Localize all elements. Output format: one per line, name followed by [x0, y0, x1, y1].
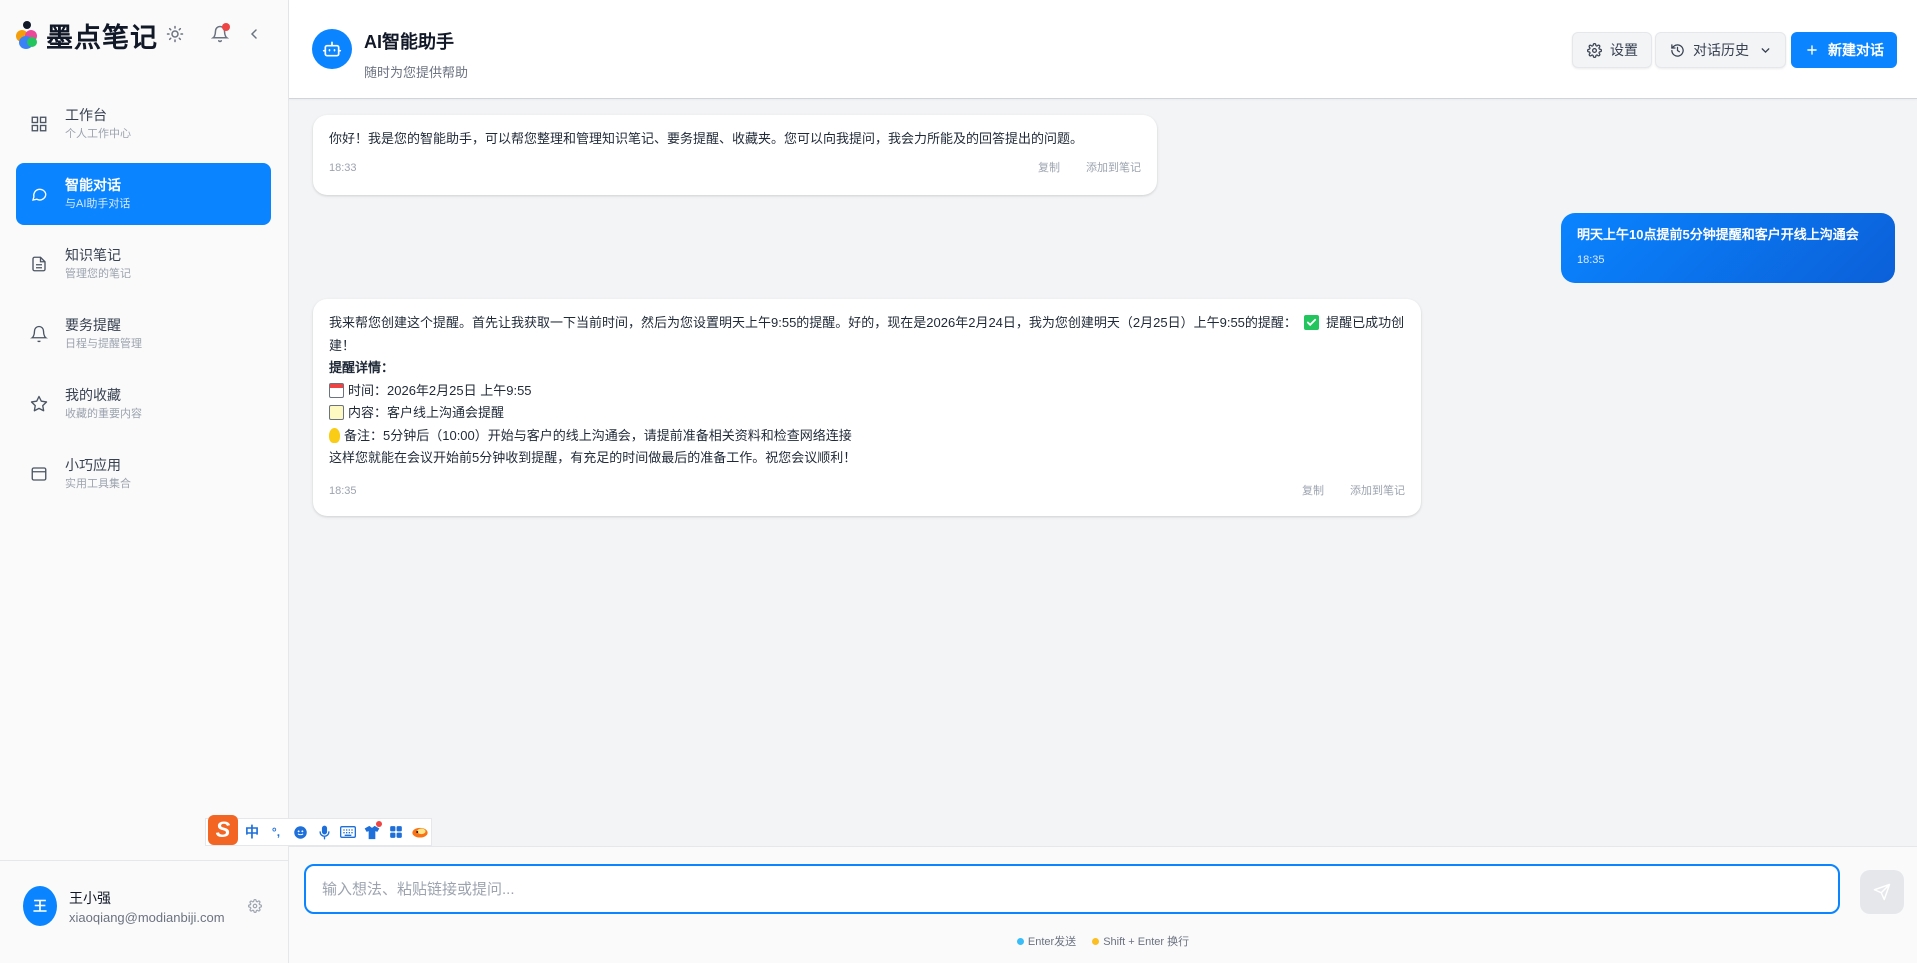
gear-icon: [248, 899, 262, 913]
history-icon: [1669, 42, 1685, 58]
sidebar-item-label: 工作台: [65, 107, 107, 123]
sidebar-item-sub: 日程与提醒管理: [65, 338, 142, 350]
check-mark-icon: [1303, 315, 1319, 330]
ime-mascot-icon[interactable]: [410, 822, 430, 842]
toolbox-grid-icon[interactable]: [386, 822, 406, 842]
logo-icon: [14, 21, 40, 49]
bell-icon: [28, 323, 50, 345]
sidebar-item-sub: 个人工作中心: [65, 128, 131, 140]
add-to-note-button[interactable]: 添加到笔记: [1086, 157, 1141, 180]
hint-send: Enter发送: [1027, 936, 1077, 948]
chat-input[interactable]: [304, 864, 1840, 914]
keyboard-icon[interactable]: [338, 822, 358, 842]
sidebar-item-sub: 与AI助手对话: [65, 198, 131, 210]
message-text: 你好！我是您的智能助手，可以帮您整理和管理知识笔记、要务提醒、收藏夹。您可以向我…: [329, 131, 1084, 146]
brand-name: 墨点笔记: [46, 22, 158, 54]
theme-toggle-button[interactable]: [163, 22, 187, 46]
notification-badge: [376, 821, 382, 827]
sidebar-item-reminders[interactable]: 要务提醒 日程与提醒管理: [16, 303, 271, 365]
user-profile[interactable]: 王 王小强 xiaoqiang@modianbiji.com: [0, 860, 289, 963]
sidebar-item-sub: 收藏的重要内容: [65, 408, 142, 420]
sidebar-nav: 工作台 个人工作中心 智能对话 与AI助手对话 知识笔记 管理您的笔记 要务提醒…: [16, 93, 271, 513]
detail-content: 内容：客户线上沟通会提醒: [348, 405, 505, 420]
sidebar-item-sub: 管理您的笔记: [65, 268, 131, 280]
copy-button[interactable]: 复制: [1038, 157, 1060, 180]
user-message: 明天上午10点提前5分钟提醒和客户开线上沟通会 18:35: [1561, 213, 1895, 283]
add-to-note-button[interactable]: 添加到笔记: [1350, 480, 1405, 503]
hint-dot: [1016, 937, 1024, 945]
ime-toolbar[interactable]: S 中 °,: [205, 815, 432, 846]
robot-icon: [322, 41, 342, 57]
notification-badge: [222, 23, 230, 31]
sidebar-item-label: 小巧应用: [65, 457, 121, 473]
composer: Enter发送 Shift + Enter 换行: [289, 846, 1917, 963]
ime-language-toggle[interactable]: 中: [242, 822, 262, 842]
sidebar-item-favorites[interactable]: 我的收藏 收藏的重要内容: [16, 373, 271, 435]
sidebar-item-apps[interactable]: 小巧应用 实用工具集合: [16, 443, 271, 505]
skin-shirt-icon[interactable]: [362, 821, 382, 842]
sogou-ime-logo[interactable]: S: [208, 815, 238, 845]
new-chat-button[interactable]: 新建对话: [1791, 32, 1897, 68]
history-dropdown[interactable]: 对话历史: [1655, 32, 1786, 68]
memo-icon: [329, 405, 344, 420]
sidebar-item-label: 我的收藏: [65, 387, 121, 403]
sidebar-item-label: 知识笔记: [65, 247, 121, 263]
chevron-left-icon: [250, 29, 257, 39]
page-title: AI智能助手: [364, 32, 454, 52]
user-settings-button[interactable]: [248, 899, 264, 915]
hint-dot: [1092, 937, 1100, 945]
sidebar-item-label: 要务提醒: [65, 317, 121, 333]
chevron-down-icon: [1759, 44, 1772, 57]
bot-avatar: [312, 29, 352, 69]
sidebar-item-workbench[interactable]: 工作台 个人工作中心: [16, 93, 271, 155]
light-bulb-icon: [329, 427, 340, 443]
avatar: 王: [23, 886, 57, 926]
brand[interactable]: 墨点笔记: [14, 18, 158, 54]
message-text: 我来帮您创建这个提醒。首先让我获取一下当前时间，然后为您设置明天上午9:55的提…: [329, 315, 1297, 330]
detail-time: 时间：2026年2月25日 上午9:55: [348, 382, 532, 398]
settings-label: 设置: [1610, 42, 1638, 58]
document-icon: [28, 253, 50, 275]
history-label: 对话历史: [1693, 42, 1749, 58]
message-time: 18:35: [329, 484, 357, 497]
details-title: 提醒详情：: [329, 360, 395, 375]
star-icon: [28, 393, 50, 415]
sidebar-item-label: 智能对话: [65, 177, 121, 193]
detail-note: 备注：5分钟后（10:00）开始与客户的线上沟通会，请提前准备相关资料和检查网络…: [344, 427, 852, 443]
hint-newline: Shift + Enter 换行: [1103, 936, 1190, 948]
notification-button[interactable]: [208, 22, 232, 46]
keyboard-hints: Enter发送 Shift + Enter 换行: [289, 933, 1917, 949]
chat-header: AI智能助手 随时为您提供帮助 设置 对话历史 新建对话: [289, 0, 1917, 99]
message-time: 18:35: [1577, 254, 1605, 266]
ime-punctuation-toggle[interactable]: °,: [266, 822, 286, 842]
dashboard-icon: [28, 113, 50, 135]
sidebar-item-chat[interactable]: 智能对话 与AI助手对话: [16, 163, 271, 225]
calendar-icon: [329, 382, 344, 398]
microphone-icon[interactable]: [314, 822, 334, 842]
sun-icon: [166, 25, 184, 43]
new-chat-label: 新建对话: [1828, 42, 1884, 58]
app-window-icon: [28, 463, 50, 485]
send-button[interactable]: [1860, 870, 1904, 914]
send-icon: [1873, 883, 1891, 901]
page-subtitle: 随时为您提供帮助: [364, 65, 469, 80]
copy-button[interactable]: 复制: [1302, 480, 1324, 503]
ai-message: 我来帮您创建这个提醒。首先让我获取一下当前时间，然后为您设置明天上午9:55的提…: [313, 299, 1421, 516]
user-name: 王小强: [69, 890, 111, 906]
message-text: 这样您就能在会议开始前5分钟收到提醒，有充足的时间做最后的准备工作。祝您会议顺利…: [329, 450, 857, 465]
ai-message: 你好！我是您的智能助手，可以帮您整理和管理知识笔记、要务提醒、收藏夹。您可以向我…: [313, 115, 1157, 195]
gear-icon: [1586, 42, 1602, 58]
sidebar-item-notes[interactable]: 知识笔记 管理您的笔记: [16, 233, 271, 295]
user-email: xiaoqiang@modianbiji.com: [69, 910, 225, 925]
message-text: 明天上午10点提前5分钟提醒和客户开线上沟通会: [1577, 227, 1859, 242]
settings-button[interactable]: 设置: [1572, 32, 1652, 68]
chat-bubble-icon: [28, 183, 50, 205]
sidebar-item-sub: 实用工具集合: [65, 478, 131, 490]
emoji-icon[interactable]: [290, 822, 310, 842]
collapse-sidebar-button[interactable]: [242, 22, 266, 46]
message-time: 18:33: [329, 161, 357, 174]
plus-icon: [1804, 42, 1820, 58]
